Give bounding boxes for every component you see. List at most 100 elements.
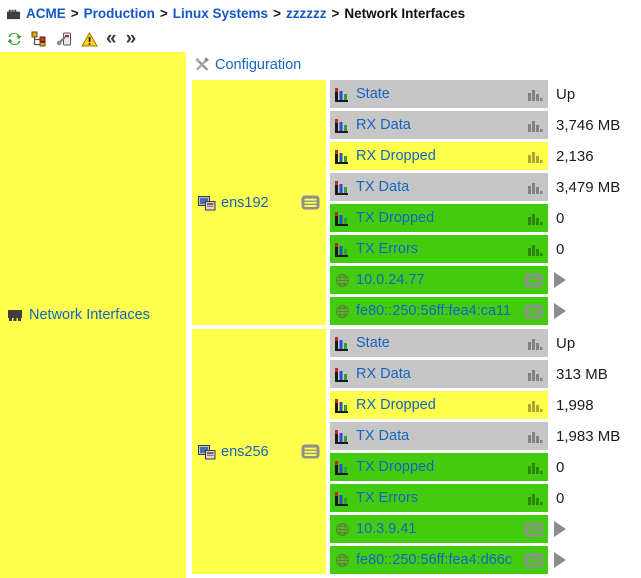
interface-link[interactable]: ens192: [221, 195, 269, 211]
ip-address-link[interactable]: 10.3.9.41: [356, 521, 416, 537]
device-icon: [198, 444, 216, 460]
channel-link[interactable]: TX Errors: [356, 241, 418, 257]
channel-value: 313 MB: [548, 360, 641, 388]
mini-graph-icon[interactable]: [528, 492, 543, 505]
channel-row[interactable]: RX Data: [330, 111, 548, 139]
ip-row[interactable]: fe80::250:56ff:fea4:ca11: [330, 297, 548, 325]
details-region: Configuration ens192 State RX Data RX Dropp…: [192, 52, 641, 578]
device-tools-icon[interactable]: [55, 30, 73, 48]
bar-chart-icon: [335, 211, 350, 226]
channel-link[interactable]: TX Errors: [356, 490, 418, 506]
bar-chart-icon: [335, 336, 350, 351]
channel-rows: State RX Data RX Dropped TX Data TX Dropped T…: [330, 329, 548, 574]
sensor-cell-network-interfaces[interactable]: Network Interfaces: [0, 52, 186, 578]
context-menu-icon[interactable]: [524, 304, 543, 319]
breadcrumb-link-probe[interactable]: Production: [84, 6, 155, 21]
mini-graph-icon[interactable]: [528, 399, 543, 412]
context-menu-icon[interactable]: [524, 553, 543, 568]
channel-link[interactable]: TX Dropped: [356, 459, 434, 475]
globe-icon: [335, 553, 350, 568]
interface-cell-ens256[interactable]: ens256: [192, 329, 326, 574]
bar-chart-icon: [335, 87, 350, 102]
expand-arrow-icon[interactable]: [554, 552, 566, 568]
ip-address-link[interactable]: fe80::250:56ff:fea4:d66c: [356, 552, 512, 568]
channel-link[interactable]: TX Data: [356, 428, 409, 444]
page-right-icon[interactable]: »: [125, 30, 138, 48]
breadcrumb-separator: >: [331, 6, 339, 21]
channel-link[interactable]: RX Dropped: [356, 148, 436, 164]
channel-value: 0: [548, 235, 641, 263]
bar-chart-icon: [335, 398, 350, 413]
channel-row[interactable]: State: [330, 329, 548, 357]
channel-link[interactable]: TX Dropped: [356, 210, 434, 226]
channel-row[interactable]: TX Errors: [330, 235, 548, 263]
mini-graph-icon[interactable]: [528, 119, 543, 132]
mini-graph-icon[interactable]: [528, 430, 543, 443]
channel-value: 3,479 MB: [548, 173, 641, 201]
channel-link[interactable]: State: [356, 335, 390, 351]
sensor-link[interactable]: Network Interfaces: [29, 307, 150, 323]
channel-row[interactable]: TX Errors: [330, 484, 548, 512]
channel-row[interactable]: RX Data: [330, 360, 548, 388]
breadcrumb-link-device[interactable]: zzzzzz: [286, 6, 327, 21]
mini-graph-icon[interactable]: [528, 181, 543, 194]
channel-row[interactable]: TX Dropped: [330, 204, 548, 232]
channel-link[interactable]: RX Dropped: [356, 397, 436, 413]
configuration-row: Configuration: [192, 52, 641, 77]
mini-graph-icon[interactable]: [528, 337, 543, 350]
expand-cell: [548, 515, 641, 543]
mini-graph-icon[interactable]: [528, 368, 543, 381]
context-menu-icon[interactable]: [524, 522, 543, 537]
toolbar: « »: [0, 26, 641, 52]
breadcrumb-separator: >: [273, 6, 281, 21]
ip-row[interactable]: fe80::250:56ff:fea4:d66c: [330, 546, 548, 574]
sensor-overview: Network Interfaces Configuration ens192 S…: [0, 52, 641, 578]
ip-address-link[interactable]: 10.0.24.77: [356, 272, 425, 288]
breadcrumb-link-subgroup[interactable]: Linux Systems: [173, 6, 268, 21]
breadcrumb-current: Network Interfaces: [344, 6, 465, 21]
mini-graph-icon[interactable]: [528, 88, 543, 101]
ip-row[interactable]: 10.0.24.77: [330, 266, 548, 294]
channel-value: 0: [548, 453, 641, 481]
bar-chart-icon: [335, 118, 350, 133]
globe-icon: [335, 304, 350, 319]
channel-row[interactable]: RX Dropped: [330, 142, 548, 170]
channel-link[interactable]: RX Data: [356, 117, 411, 133]
channel-row[interactable]: TX Data: [330, 422, 548, 450]
expand-arrow-icon[interactable]: [554, 303, 566, 319]
context-menu-icon[interactable]: [301, 195, 320, 210]
breadcrumb-link-group[interactable]: ACME: [26, 6, 66, 21]
ip-address-link[interactable]: fe80::250:56ff:fea4:ca11: [356, 303, 511, 319]
expand-arrow-icon[interactable]: [554, 521, 566, 537]
interface-link[interactable]: ens256: [221, 444, 269, 460]
channel-row[interactable]: TX Data: [330, 173, 548, 201]
globe-icon: [335, 273, 350, 288]
channel-row[interactable]: State: [330, 80, 548, 108]
channel-value: Up: [548, 329, 641, 357]
ip-row[interactable]: 10.3.9.41: [330, 515, 548, 543]
context-menu-icon[interactable]: [524, 273, 543, 288]
device-tree-icon[interactable]: [30, 30, 48, 48]
channel-link[interactable]: RX Data: [356, 366, 411, 382]
interface-cell-ens192[interactable]: ens192: [192, 80, 326, 325]
context-menu-icon[interactable]: [301, 444, 320, 459]
channel-values: Up313 MB1,9981,983 MB00: [548, 329, 641, 574]
channel-row[interactable]: TX Dropped: [330, 453, 548, 481]
page-left-icon[interactable]: «: [105, 30, 118, 48]
mini-graph-icon[interactable]: [528, 461, 543, 474]
probe-building-icon: [6, 6, 21, 20]
mini-graph-icon[interactable]: [528, 243, 543, 256]
configuration-link[interactable]: Configuration: [215, 57, 301, 73]
bar-chart-icon: [335, 180, 350, 195]
network-port-icon: [7, 308, 23, 323]
mini-graph-icon[interactable]: [528, 150, 543, 163]
refresh-icon[interactable]: [5, 30, 23, 48]
mini-graph-icon[interactable]: [528, 212, 543, 225]
interface-block: ens192 State RX Data RX Dropped TX Data TX Dr…: [192, 80, 641, 325]
bar-chart-icon: [335, 491, 350, 506]
expand-arrow-icon[interactable]: [554, 272, 566, 288]
channel-link[interactable]: State: [356, 86, 390, 102]
channel-link[interactable]: TX Data: [356, 179, 409, 195]
channel-row[interactable]: RX Dropped: [330, 391, 548, 419]
warning-icon[interactable]: [80, 30, 98, 48]
